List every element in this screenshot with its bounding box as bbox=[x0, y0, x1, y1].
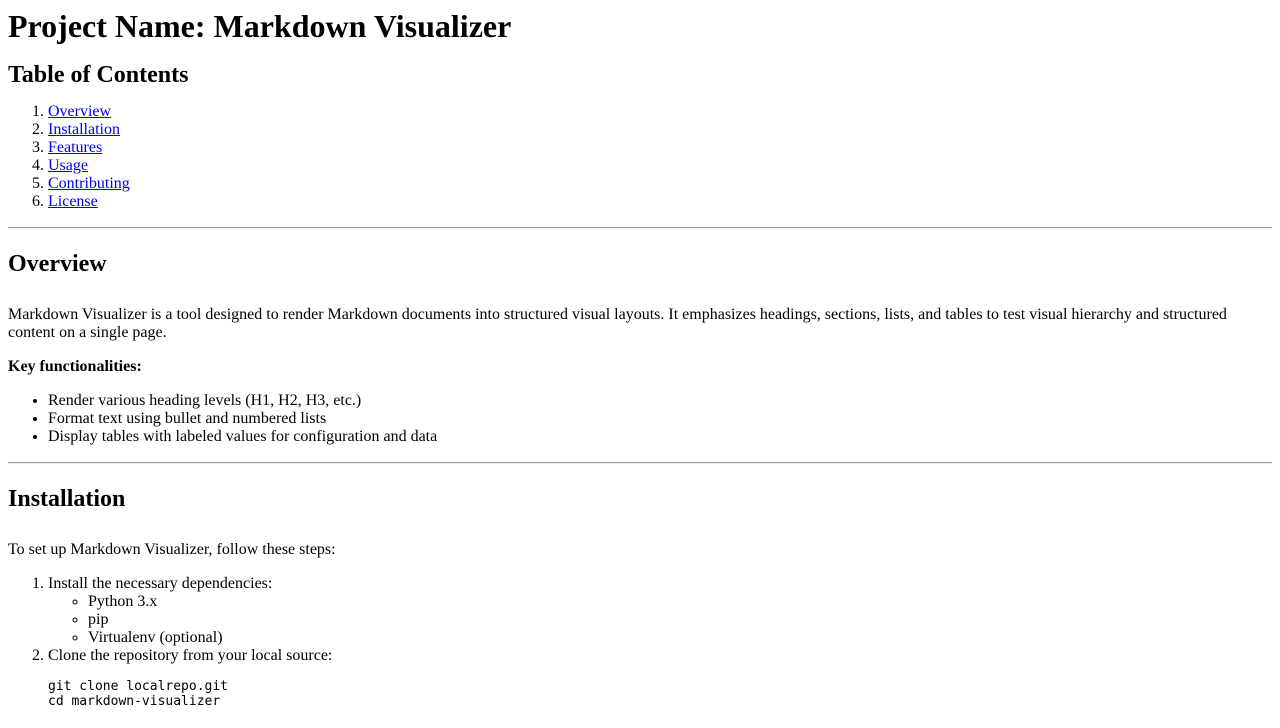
key-functionalities-label: Key functionalities: bbox=[8, 358, 142, 375]
installation-heading: Installation bbox=[8, 486, 126, 512]
overview-paragraph: Markdown Visualizer is a tool designed t… bbox=[8, 306, 1227, 341]
section-divider bbox=[8, 462, 1272, 464]
list-item: Display tables with labeled values for c… bbox=[48, 428, 1272, 446]
key-functionalities: Key functionalities: bbox=[8, 358, 1272, 376]
overview-heading: Overview bbox=[8, 251, 107, 277]
list-item: pip bbox=[88, 611, 1272, 629]
toc-item: Installation bbox=[48, 121, 1272, 139]
toc-link-contributing[interactable]: Contributing bbox=[48, 175, 130, 192]
toc-link-installation[interactable]: Installation bbox=[48, 121, 120, 138]
toc-item: Overview bbox=[48, 103, 1272, 121]
list-item: Render various heading levels (H1, H2, H… bbox=[48, 392, 1272, 410]
list-item: Virtualenv (optional) bbox=[88, 629, 1272, 647]
installation-step: Clone the repository from your local sou… bbox=[48, 647, 1272, 709]
step-text: Clone the repository from your local sou… bbox=[48, 647, 333, 664]
toc-link-features[interactable]: Features bbox=[48, 139, 102, 156]
code-line: cd markdown-visualizer bbox=[48, 694, 221, 709]
toc-heading: Table of Contents bbox=[8, 62, 189, 88]
toc-link-overview[interactable]: Overview bbox=[48, 103, 111, 120]
code-line: git clone localrepo.git bbox=[48, 679, 229, 694]
document-page: Project Name: Markdown Visualizer Table … bbox=[0, 8, 1280, 709]
toc-item: Features bbox=[48, 139, 1272, 157]
installation-steps: Install the necessary dependencies: Pyth… bbox=[8, 575, 1272, 709]
toc-link-license[interactable]: License bbox=[48, 193, 98, 210]
list-item: Python 3.x bbox=[88, 593, 1272, 611]
step-text: Install the necessary dependencies: bbox=[48, 575, 273, 592]
dependency-list: Python 3.x pip Virtualenv (optional) bbox=[48, 593, 1272, 647]
installation-step: Install the necessary dependencies: Pyth… bbox=[48, 575, 1272, 647]
toc-item: License bbox=[48, 193, 1272, 211]
functionality-list: Render various heading levels (H1, H2, H… bbox=[8, 392, 1272, 446]
toc-item: Usage bbox=[48, 157, 1272, 175]
toc-item: Contributing bbox=[48, 175, 1272, 193]
list-item: Format text using bullet and numbered li… bbox=[48, 410, 1272, 428]
toc-link-usage[interactable]: Usage bbox=[48, 157, 88, 174]
toc-list: Overview Installation Features Usage Con… bbox=[8, 103, 1272, 211]
installation-intro: To set up Markdown Visualizer, follow th… bbox=[8, 541, 336, 558]
page-title: Project Name: Markdown Visualizer bbox=[8, 8, 512, 44]
code-block: git clone localrepo.git cd markdown-visua… bbox=[48, 679, 1272, 709]
section-divider bbox=[8, 227, 1272, 229]
